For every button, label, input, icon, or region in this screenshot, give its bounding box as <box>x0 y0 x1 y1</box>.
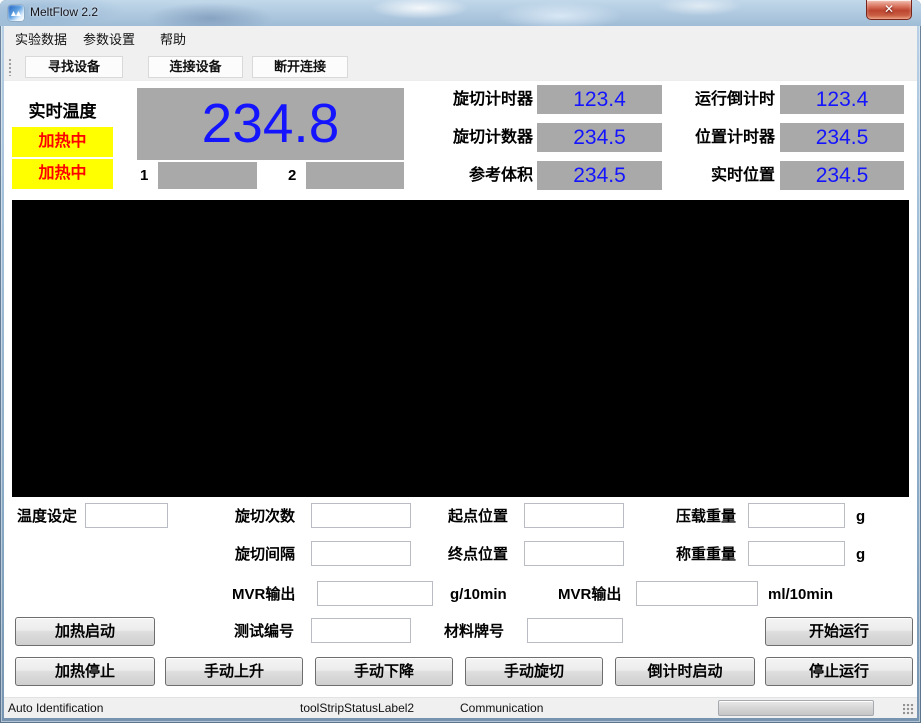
heat-stop-button[interactable]: 加热停止 <box>15 657 155 686</box>
toolbar-button-disconnect[interactable]: 断开连接 <box>252 56 348 78</box>
cut-timer-label: 旋切计时器 <box>452 91 533 108</box>
toolbar-button-find-device[interactable]: 寻找设备 <box>25 56 123 78</box>
material-no-input[interactable] <box>527 618 623 643</box>
mvr-ml-label: MVR输出 <box>558 586 622 603</box>
mvr-g-label: MVR输出 <box>232 586 296 603</box>
toolbar-grip-icon[interactable] <box>8 58 12 76</box>
menu-item-parameter-settings[interactable]: 参数设置 <box>79 26 139 53</box>
reference-volume-label: 参考体积 <box>468 167 533 184</box>
realtime-temperature-label: 实时温度 <box>28 102 97 121</box>
realtime-position-value: 234.5 <box>780 161 904 190</box>
ballast-weight-unit: g <box>856 508 866 525</box>
end-pos-label: 终点位置 <box>448 546 509 563</box>
client-area: 实验数据 参数设置 帮助 寻找设备 连接设备 断开连接 实时温度 加热中 加热中… <box>4 26 917 718</box>
realtime-position-label: 实时位置 <box>710 167 775 184</box>
test-no-input[interactable] <box>311 618 411 643</box>
position-timer-value: 234.5 <box>780 123 904 152</box>
progress-bar <box>718 700 874 716</box>
toolbar-button-connect-device[interactable]: 连接设备 <box>148 56 243 78</box>
heat-start-button[interactable]: 加热启动 <box>15 617 155 646</box>
weigh-weight-label: 称重重量 <box>676 546 737 563</box>
close-button[interactable]: ✕ <box>866 0 912 20</box>
app-window: MeltFlow 2.2 ✕ 实验数据 参数设置 帮助 寻找设备 连接设备 断开… <box>0 0 921 723</box>
status-bar: Auto Identification toolStripStatusLabel… <box>4 697 917 718</box>
temp-set-input[interactable] <box>85 503 168 528</box>
cut-interval-label: 旋切间隔 <box>235 546 296 563</box>
plot-area <box>12 200 909 497</box>
temperature-display: 234.8 <box>137 88 404 160</box>
test-no-label: 测试编号 <box>234 623 295 640</box>
temp-set-label: 温度设定 <box>17 508 78 525</box>
mvr-ml-unit: ml/10min <box>768 586 834 603</box>
mvr-ml-input[interactable] <box>636 581 758 606</box>
ballast-weight-label: 压载重量 <box>676 508 737 525</box>
title-bar[interactable]: MeltFlow 2.2 ✕ <box>0 0 921 26</box>
run-start-button[interactable]: 开始运行 <box>765 617 913 646</box>
countdown-start-button[interactable]: 倒计时启动 <box>615 657 755 686</box>
manual-cut-button[interactable]: 手动旋切 <box>465 657 603 686</box>
menu-item-experiment-data[interactable]: 实验数据 <box>11 26 71 53</box>
cut-counter-label: 旋切计数器 <box>452 129 533 146</box>
channel-1-display <box>158 162 257 189</box>
ballast-weight-input[interactable] <box>748 503 845 528</box>
manual-up-button[interactable]: 手动上升 <box>165 657 303 686</box>
tool-strip: 寻找设备 连接设备 断开连接 <box>4 53 917 81</box>
run-countdown-label: 运行倒计时 <box>694 91 775 108</box>
run-stop-button[interactable]: 停止运行 <box>765 657 913 686</box>
mvr-g-unit: g/10min <box>450 586 507 603</box>
cut-count-input[interactable] <box>311 503 411 528</box>
material-no-label: 材料牌号 <box>444 623 505 640</box>
run-countdown-value: 123.4 <box>780 85 904 114</box>
weigh-weight-input[interactable] <box>748 541 845 566</box>
status-communication: Communication <box>460 701 544 715</box>
heating-status-2: 加热中 <box>12 159 113 189</box>
cut-interval-input[interactable] <box>311 541 411 566</box>
window-title: MeltFlow 2.2 <box>30 5 99 19</box>
app-icon <box>8 5 24 21</box>
menu-bar: 实验数据 参数设置 帮助 <box>4 26 917 53</box>
resize-grip-icon[interactable] <box>903 704 914 715</box>
start-pos-input[interactable] <box>524 503 624 528</box>
manual-down-button[interactable]: 手动下降 <box>315 657 453 686</box>
position-timer-label: 位置计时器 <box>694 129 775 146</box>
start-pos-label: 起点位置 <box>448 508 509 525</box>
cut-count-label: 旋切次数 <box>235 508 296 525</box>
status-auto-identification: Auto Identification <box>8 701 104 715</box>
end-pos-input[interactable] <box>524 541 624 566</box>
status-label-2: toolStripStatusLabel2 <box>300 701 415 715</box>
menu-item-help[interactable]: 帮助 <box>156 26 190 53</box>
mvr-g-input[interactable] <box>317 581 433 606</box>
heating-status-1: 加热中 <box>12 127 113 157</box>
channel-2-label: 2 <box>288 167 297 184</box>
weigh-weight-unit: g <box>856 546 866 563</box>
channel-1-label: 1 <box>140 167 149 184</box>
